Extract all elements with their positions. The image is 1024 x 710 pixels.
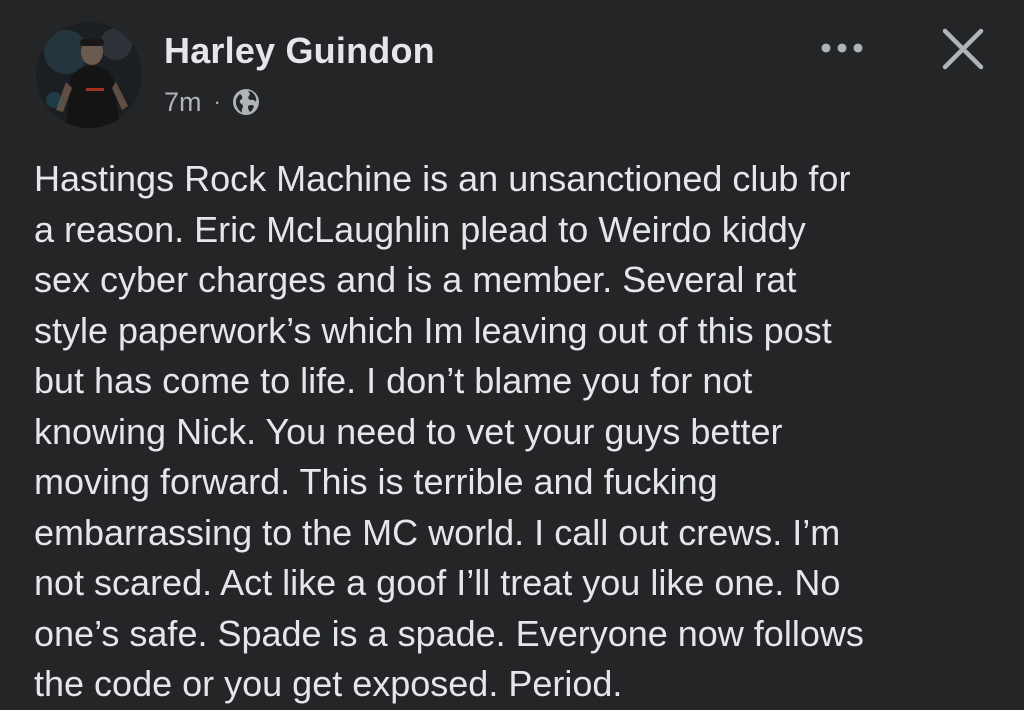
post-text-line: style paperwork’s which Im leaving out o… [34, 309, 832, 351]
post-text-line: moving forward. This is terrible and fuc… [34, 461, 718, 502]
post-text-line: the code or you get exposed. Period. [34, 663, 623, 704]
post-text-line: one’s safe. Spade is a spade. Everyone n… [34, 612, 864, 654]
close-button[interactable] [934, 22, 992, 80]
post-card: Harley Guindon 7m · Hastings Rock Machin… [0, 0, 1024, 710]
more-options-icon [821, 43, 863, 53]
more-options-button[interactable] [812, 30, 876, 70]
post-text-line: but has come to life. I don’t blame you … [34, 360, 753, 401]
close-icon [942, 28, 984, 70]
author-name[interactable]: Harley Guindon [164, 30, 435, 72]
globe-icon[interactable] [231, 87, 261, 117]
post-text-line: a reason. Eric McLaughlin plead to Weird… [34, 208, 806, 250]
post-text-line: not scared. Act like a goof I’ll treat y… [34, 562, 841, 603]
avatar[interactable] [36, 22, 142, 128]
post-body: Hastings Rock Machine is an unsanctioned… [34, 154, 1009, 710]
post-text-line: knowing Nick. You need to vet your guys … [34, 410, 783, 452]
post-text-line: Hastings Rock Machine is an unsanctioned… [34, 158, 851, 199]
meta-separator: · [213, 89, 221, 114]
post-meta: 7m · [164, 84, 261, 120]
post-text-line: embarrassing to the MC world. I call out… [34, 511, 841, 553]
avatar-photo [36, 22, 142, 128]
post-text-line: sex cyber charges and is a member. Sever… [34, 259, 797, 300]
post-timestamp[interactable]: 7m [164, 87, 202, 118]
